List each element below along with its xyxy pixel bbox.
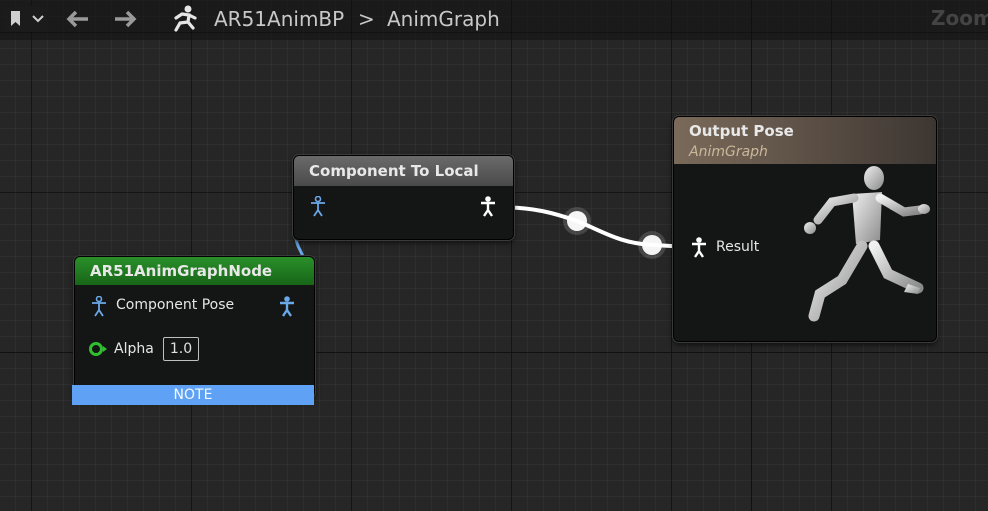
running-mannequin-icon [804,166,930,322]
forward-button[interactable] [109,6,141,32]
breadcrumb-separator: > [358,7,375,31]
alpha-label: Alpha [114,341,154,357]
node-title: Output Pose [689,122,794,140]
node-subtitle: AnimGraph [689,144,768,160]
node-ar51-anim-graph-node[interactable]: AR51AnimGraphNode [74,256,315,398]
node-title: Component To Local [309,162,479,180]
node-title-bar: Component To Local [294,156,513,186]
result-input-pin[interactable] [689,237,709,259]
node-title-bar: AR51AnimGraphNode [75,257,314,285]
bookmark-button[interactable] [4,6,48,32]
node-title: AR51AnimGraphNode [90,262,273,280]
anim-blueprint-icon [174,5,197,32]
arrow-left-icon [66,10,88,28]
zoom-label: Zoom [931,6,988,30]
component-pose-input-pin[interactable] [89,296,109,318]
alpha-value-input[interactable]: 1.0 [163,337,199,361]
note-bar[interactable]: NOTE [72,385,314,405]
back-button[interactable] [62,6,94,32]
component-pose-output-pin[interactable] [277,296,297,318]
arrow-right-icon [115,10,137,28]
pose-input-pin[interactable] [308,196,328,218]
breadcrumb-graph[interactable]: AnimGraph [387,6,500,32]
alpha-pin[interactable] [88,341,108,357]
breadcrumb-blueprint[interactable]: AR51AnimBP [214,6,344,32]
node-title-bar: Output Pose AnimGraph [674,117,936,164]
component-pose-label: Component Pose [116,297,235,313]
pose-output-pin[interactable] [478,196,498,218]
result-label: Result [716,239,760,255]
bookmark-icon [11,11,44,26]
